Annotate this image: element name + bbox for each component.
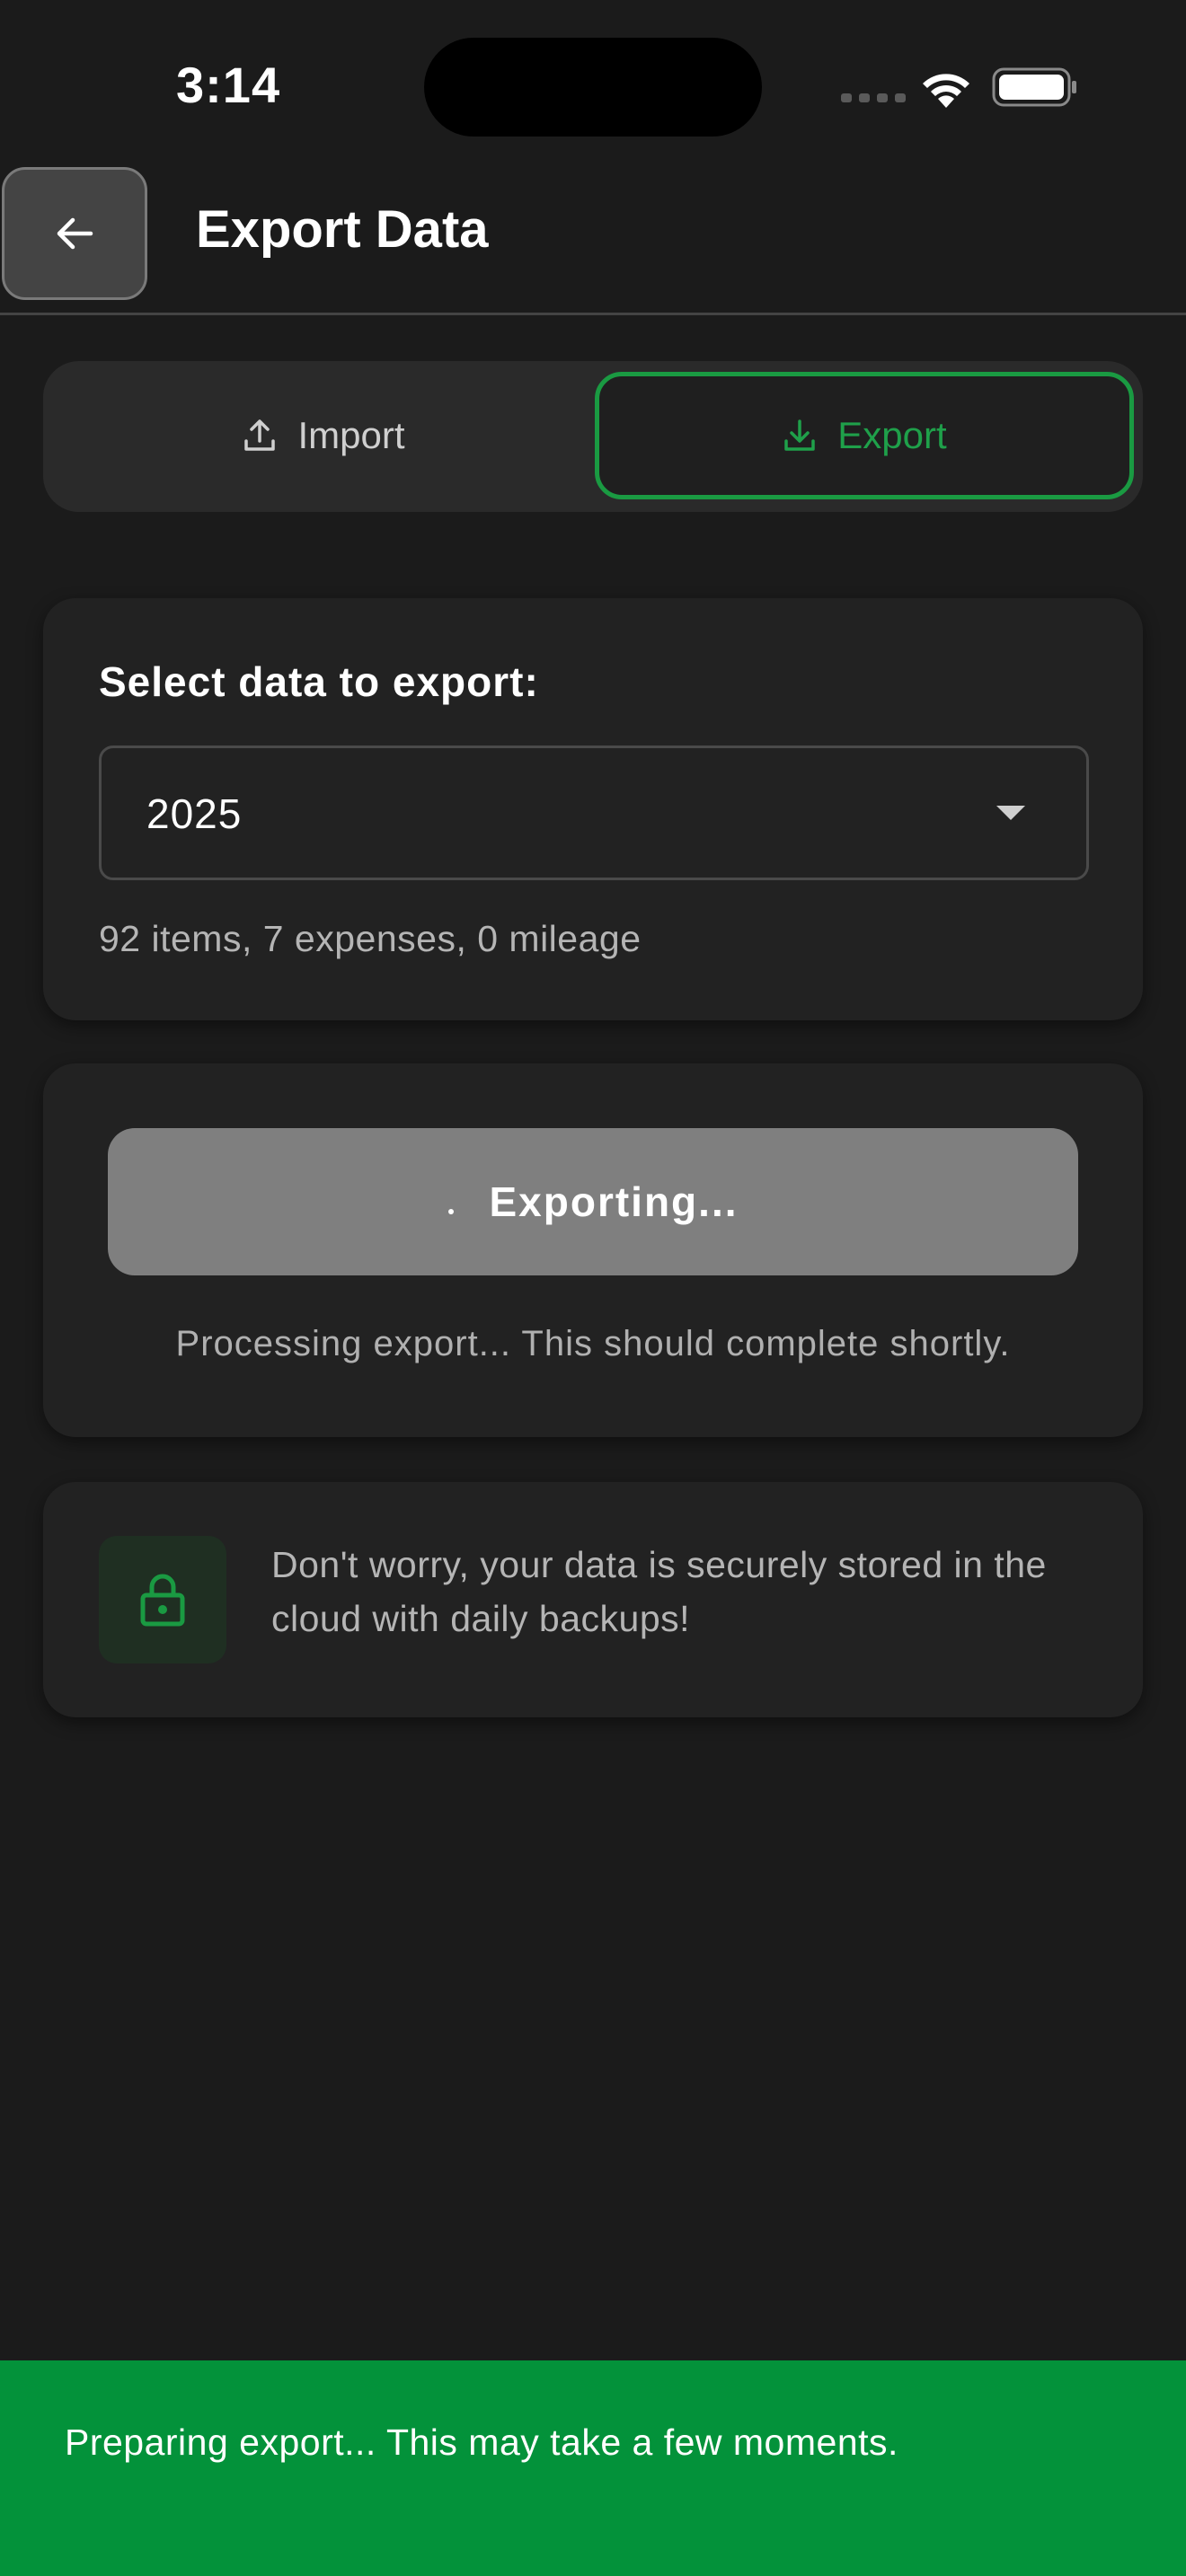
- import-export-tabs: Import Export: [43, 361, 1143, 512]
- export-button-label: Exporting...: [489, 1178, 739, 1225]
- arrow-left-icon: [57, 217, 93, 250]
- processing-message: Processing export... This should complet…: [175, 1324, 1011, 1363]
- status-time: 3:14: [176, 57, 281, 113]
- page-title: Export Data: [196, 200, 489, 259]
- data-summary: 92 items, 7 expenses, 0 mileage: [99, 918, 642, 959]
- export-button[interactable]: Exporting...: [108, 1128, 1078, 1275]
- year-dropdown[interactable]: 2025: [99, 745, 1089, 880]
- dynamic-island: [424, 38, 762, 137]
- security-info-text: Don't worry, your data is securely store…: [271, 1544, 1047, 1639]
- download-icon: [784, 419, 816, 451]
- snackbar-message: Preparing export... This may take a few …: [65, 2422, 898, 2463]
- tab-import-label: Import: [297, 414, 405, 456]
- battery-icon: [992, 67, 1076, 107]
- security-info-card: Don't worry, your data is securely store…: [43, 1482, 1143, 1717]
- lock-icon: [140, 1574, 185, 1627]
- header-divider: [0, 313, 1186, 315]
- select-data-label: Select data to export:: [99, 658, 539, 705]
- back-button[interactable]: [2, 167, 147, 300]
- export-progress-card: Exporting... Processing export... This s…: [43, 1063, 1143, 1437]
- snackbar: Preparing export... This may take a few …: [0, 2360, 1186, 2576]
- export-options-card: Select data to export: 2025 92 items, 7 …: [43, 598, 1143, 1020]
- caret-down-icon: [996, 806, 1025, 820]
- cellular-signal-icon: [841, 93, 906, 102]
- tab-export-label: Export: [837, 414, 947, 456]
- dropdown-value: 2025: [146, 790, 243, 837]
- tab-import[interactable]: Import: [54, 372, 593, 499]
- upload-icon: [244, 419, 276, 451]
- loading-spinner-icon: [447, 1209, 454, 1214]
- lock-icon-container: [99, 1536, 226, 1663]
- wifi-icon: [923, 74, 969, 108]
- tab-export[interactable]: Export: [595, 372, 1134, 499]
